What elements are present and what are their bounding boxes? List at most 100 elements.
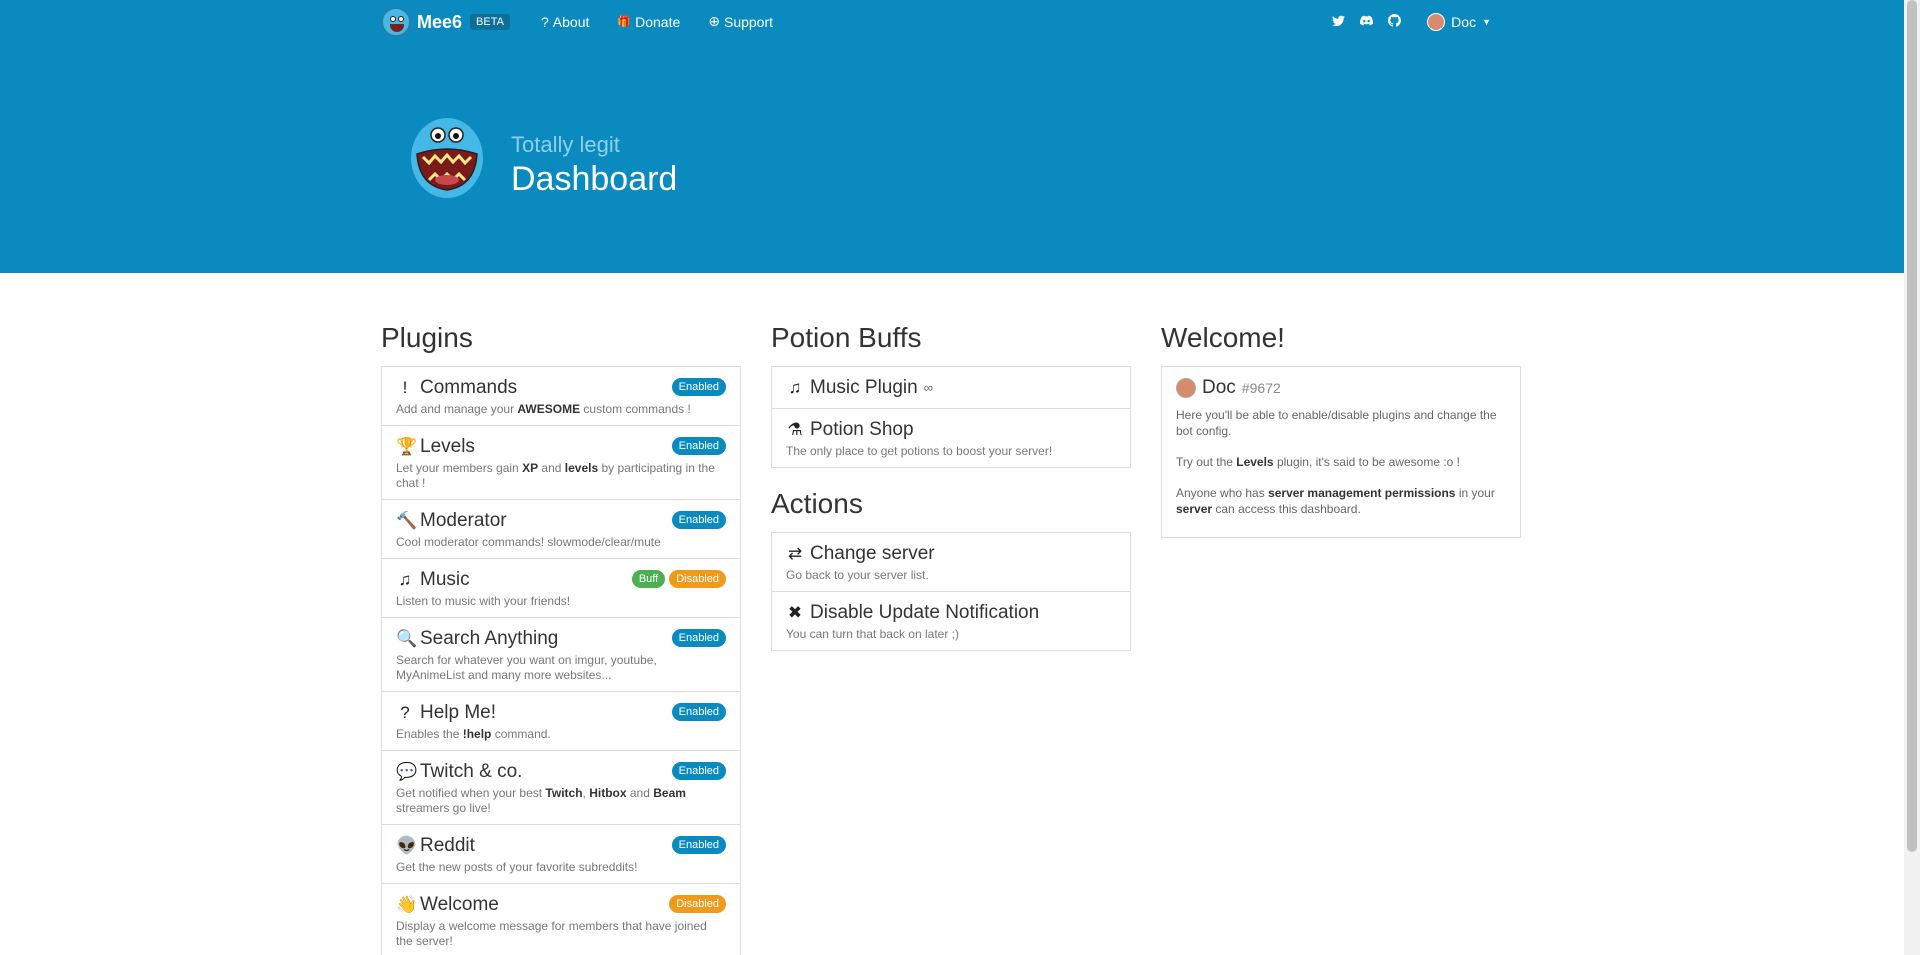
desc-text: command.: [491, 727, 551, 741]
desc-text: !help: [462, 727, 492, 741]
scrollbar[interactable]: [1904, 0, 1920, 955]
user-name: Doc: [1451, 14, 1477, 30]
exchange-icon: ⇄: [787, 544, 803, 563]
avatar: [1427, 13, 1446, 31]
wave-icon: 👋: [396, 895, 418, 914]
actions-heading: Actions: [771, 488, 863, 519]
plugin-name: Twitch & co.: [420, 761, 523, 782]
question-icon: ?: [541, 13, 549, 30]
discord-icon[interactable]: [1359, 15, 1373, 29]
mee6-logo-icon: [381, 7, 411, 37]
flask-icon: ⚗: [787, 420, 803, 439]
close-icon: ✖: [787, 603, 803, 622]
text: plugin, it's said to be awesome :o !: [1273, 455, 1461, 469]
scrollbar-thumb[interactable]: [1907, 0, 1917, 852]
buff-item-name: Music Plugin: [810, 377, 918, 398]
plugin-desc: Display a welcome message for members th…: [396, 919, 726, 949]
plugin-badges: Buff Disabled: [631, 570, 726, 588]
nav-right: Doc ▼: [1331, 13, 1491, 31]
nav-links: ? About 🎁 Donate ⊕ Support: [541, 13, 773, 30]
nav-about[interactable]: ? About: [541, 13, 589, 30]
gavel-icon: 🔨: [396, 511, 418, 530]
plugin-badges: Enabled: [671, 437, 726, 455]
lifebuoy-icon: ⊕: [708, 13, 720, 29]
buff-item-potion-shop[interactable]: ⚗ Potion Shop The only place to get poti…: [772, 409, 1130, 467]
plugin-name: Reddit: [420, 835, 475, 856]
welcome-intro: Here you'll be able to enable/disable pl…: [1176, 408, 1497, 438]
desc-text: Twitch: [545, 786, 583, 800]
nav-donate[interactable]: 🎁 Donate: [617, 13, 680, 30]
github-icon[interactable]: [1387, 13, 1401, 30]
plugin-desc: Get notified when your best Twitch, Hitb…: [396, 786, 726, 816]
buff-item-music-plugin[interactable]: ♫ Music Plugin ∞: [772, 367, 1130, 409]
brand-link[interactable]: Mee6 BETA: [381, 7, 510, 37]
action-name: Change server: [810, 543, 935, 564]
nav-support[interactable]: ⊕ Support: [708, 13, 773, 30]
plugin-name: Moderator: [420, 510, 507, 531]
nav-donate-label: Donate: [635, 13, 681, 30]
levels-text: Levels: [1236, 455, 1274, 469]
welcome-discriminator: #9672: [1241, 380, 1281, 396]
plugin-item-help-me[interactable]: ? Help Me! Enabled Enables the !help comman…: [382, 692, 740, 751]
exclamation-icon: !: [402, 378, 408, 397]
plugin-name: Help Me!: [420, 702, 497, 723]
welcome-column: Welcome! Doc #9672 Here you'll be able t…: [1161, 322, 1521, 538]
page: Mee6 BETA ? About 🎁 Donate ⊕ Support Doc…: [0, 0, 1904, 955]
desc-text: levels: [564, 461, 599, 475]
action-title: ✖ Disable Update Notification: [786, 601, 1116, 625]
status-badge: Disabled: [669, 895, 726, 913]
plugin-name: Music: [420, 569, 470, 590]
action-disable-update-notification[interactable]: ✖ Disable Update Notification You can tu…: [772, 592, 1130, 650]
plugin-badges: Enabled: [671, 836, 726, 854]
plugin-name: Commands: [420, 377, 518, 398]
plugins-heading: Plugins: [381, 322, 473, 353]
gift-icon: 🎁: [617, 16, 632, 28]
potion-buffs-heading: Potion Buffs: [771, 322, 922, 353]
status-badge: Enabled: [671, 511, 726, 529]
plugin-item-music[interactable]: ♫ Music Buff Disabled Listen to music with y…: [382, 559, 740, 618]
mee6-mascot-icon: [411, 118, 483, 198]
plugin-item-moderator[interactable]: 🔨 Moderator Enabled Cool moderator commands…: [382, 500, 740, 559]
question-icon: ?: [400, 703, 410, 722]
plugin-badges: Enabled: [671, 511, 726, 529]
desc-text: Get the new posts of your favorite subre…: [396, 860, 638, 874]
nav-support-label: Support: [723, 13, 774, 30]
status-badge: Enabled: [671, 762, 726, 780]
beta-badge: BETA: [470, 14, 510, 30]
status-badge: Disabled: [669, 570, 726, 588]
action-change-server[interactable]: ⇄ Change server Go back to your server l…: [772, 533, 1130, 592]
plugin-item-search-anything[interactable]: 🔍 Search Anything Enabled Search for whatev…: [382, 618, 740, 692]
twitter-icon[interactable]: [1331, 15, 1345, 30]
text: Anyone who has: [1176, 486, 1269, 500]
twitch-icon: 💬: [396, 762, 418, 781]
status-badge: Buff: [631, 570, 666, 588]
plugin-item-welcome[interactable]: 👋 Welcome Disabled Display a welcome messag…: [382, 884, 740, 955]
welcome-box: Doc #9672 Here you'll be able to enable/…: [1161, 366, 1521, 538]
plugin-item-commands[interactable]: ! Commands Enabled Add and manage your AWES…: [382, 367, 740, 426]
navbar: Mee6 BETA ? About 🎁 Donate ⊕ Support Doc…: [381, 0, 1491, 44]
actions-list: ⇄ Change server Go back to your server l…: [771, 532, 1131, 651]
plugin-badges: Enabled: [671, 378, 726, 396]
desc-text: Search for whatever you want on imgur, y…: [396, 653, 657, 682]
music-icon: ♫: [788, 378, 802, 397]
hero-subtitle: Totally legit: [511, 132, 620, 157]
status-badge: Enabled: [671, 703, 726, 721]
plugin-desc: Get the new posts of your favorite subre…: [396, 860, 726, 875]
buff-item-desc: The only place to get potions to boost y…: [786, 444, 1053, 458]
action-name: Disable Update Notification: [810, 602, 1040, 623]
welcome-permissions: Anyone who has server management permiss…: [1176, 485, 1506, 517]
welcome-user: Doc #9672: [1176, 377, 1506, 399]
plugin-item-reddit[interactable]: 👽 Reddit Enabled Get the new posts of your …: [382, 825, 740, 884]
plugin-item-twitch-co[interactable]: 💬 Twitch & co. Enabled Get notified when yo…: [382, 751, 740, 825]
reddit-icon: 👽: [396, 836, 418, 855]
text: can access this dashboard.: [1212, 502, 1361, 516]
plugin-desc: Search for whatever you want on imgur, y…: [396, 653, 726, 683]
desc-text: XP: [522, 461, 539, 475]
text: Try out the: [1176, 455, 1237, 469]
plugin-item-levels[interactable]: 🏆 Levels Enabled Let your members gain XP a…: [382, 426, 740, 500]
avatar: [1176, 378, 1196, 398]
plugin-badges: Enabled: [671, 629, 726, 647]
status-badge: Enabled: [671, 629, 726, 647]
user-menu[interactable]: Doc ▼: [1427, 13, 1491, 31]
desc-text: Hitbox: [589, 786, 627, 800]
